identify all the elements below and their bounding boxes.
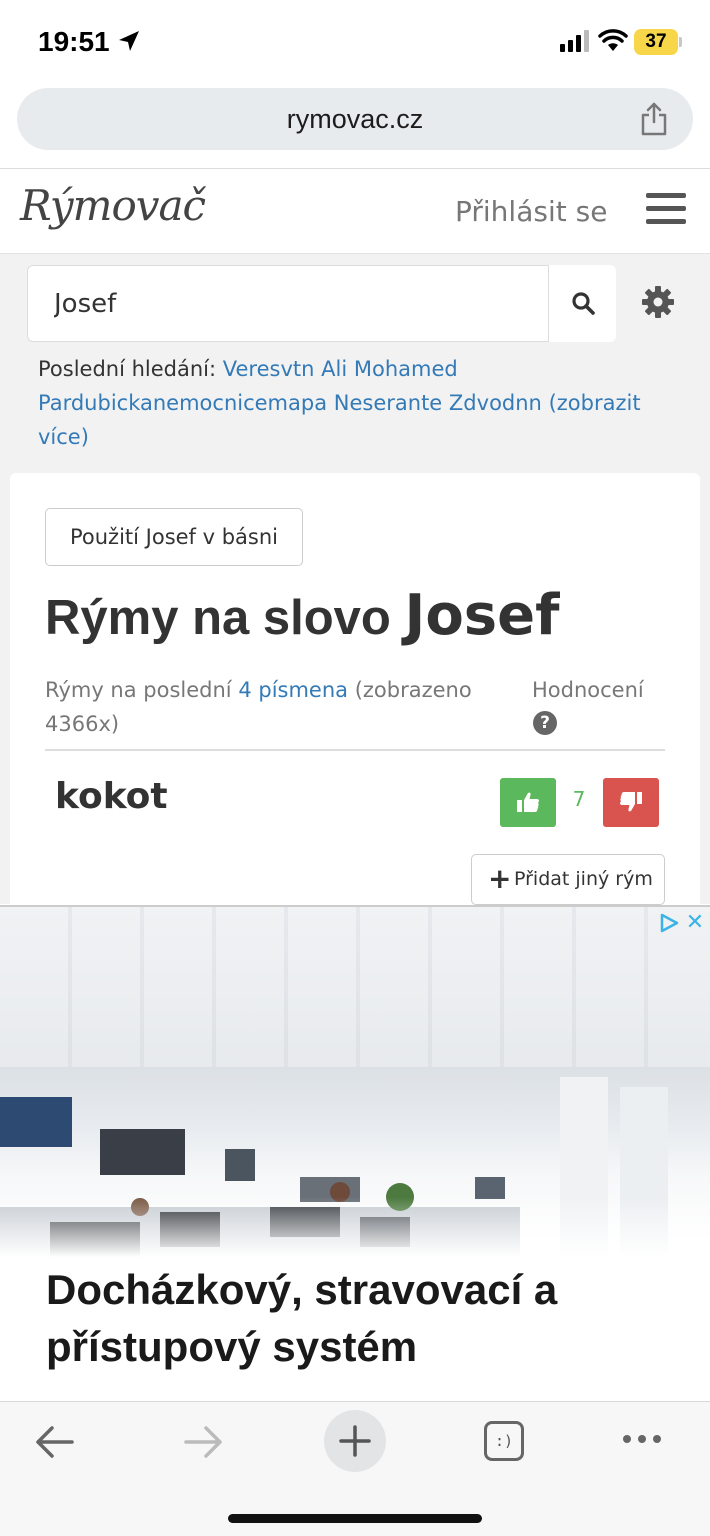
rhyme-word[interactable]: kokot [55, 776, 168, 817]
wifi-icon [598, 29, 628, 51]
title-word: Josef [404, 583, 560, 648]
search-icon [572, 292, 595, 315]
signal-icon [560, 30, 589, 52]
search-form [27, 265, 616, 342]
title-prefix: Rýmy na slovo [45, 591, 391, 645]
recent-link[interactable]: Veresvtn [223, 357, 315, 381]
browser-toolbar: :) [0, 1401, 710, 1536]
recent-link[interactable]: Zdvodnn [449, 391, 542, 415]
recent-link[interactable]: Neserante [334, 391, 442, 415]
search-input[interactable] [28, 266, 548, 341]
rating-header: Hodnocení [532, 678, 644, 702]
help-icon[interactable]: ? [533, 711, 557, 735]
divider [45, 749, 665, 751]
battery-level: 37 [645, 31, 667, 52]
ad-image-fade [0, 1197, 710, 1257]
login-link[interactable]: Přihlásit se [455, 195, 607, 228]
usage-in-poem-button[interactable]: Použití Josef v básni [45, 508, 303, 566]
recent-label: Poslední hledání: [38, 357, 217, 381]
add-rhyme-button[interactable]: + Přidat jiný rým [471, 854, 665, 905]
site-header: Rýmovač Přihlásit se [0, 168, 710, 254]
home-indicator [228, 1514, 482, 1523]
recent-link[interactable]: Pardubickanemocnicemapa [38, 391, 327, 415]
status-bar: 19:51 37 [0, 0, 710, 86]
new-tab-button[interactable] [324, 1410, 386, 1472]
plus-icon: + [488, 862, 512, 895]
letters-link[interactable]: 4 písmena [238, 678, 348, 702]
page-title: Rýmy na slovo Josef [45, 583, 559, 648]
ad-headline[interactable]: Docházkový, stravovací a přístupový syst… [46, 1261, 686, 1375]
plus-icon [339, 1425, 371, 1457]
share-icon[interactable] [639, 102, 669, 136]
back-arrow-icon[interactable] [34, 1424, 74, 1460]
forward-arrow-icon[interactable] [184, 1424, 224, 1460]
add-rhyme-label: Přidat jiný rým [514, 868, 653, 890]
url-text[interactable]: rymovac.cz [17, 88, 693, 150]
thumbs-up-icon [517, 792, 539, 812]
hamburger-menu-icon[interactable] [646, 193, 686, 227]
ad-close-icon[interactable]: ✕ [684, 911, 706, 935]
status-time: 19:51 [38, 26, 110, 57]
more-icon[interactable] [622, 1434, 662, 1444]
advertisement[interactable]: Docházkový, stravovací a přístupový syst… [0, 905, 710, 1401]
gear-icon[interactable] [641, 285, 675, 319]
search-button[interactable] [548, 265, 616, 342]
ad-image-ceiling [0, 907, 710, 1067]
tabs-icon[interactable]: :) [484, 1421, 524, 1461]
battery-icon: 37 [634, 29, 682, 55]
meta-prefix: Rýmy na poslední [45, 678, 232, 702]
ad-choices-icon[interactable] [657, 911, 681, 935]
recent-searches: Poslední hledání: Veresvtn Ali Mohamed P… [38, 352, 678, 454]
downvote-button[interactable] [603, 778, 659, 827]
recent-link[interactable]: Ali Mohamed [321, 357, 458, 381]
rhyme-meta: Rýmy na poslední 4 písmena (zobrazeno 43… [45, 673, 495, 741]
location-arrow-icon [119, 31, 139, 51]
vote-score: 7 [572, 787, 586, 811]
upvote-button[interactable] [500, 778, 556, 827]
thumbs-down-icon [620, 792, 642, 812]
site-logo[interactable]: Rýmovač [20, 181, 206, 230]
address-bar[interactable]: rymovac.cz [17, 88, 693, 150]
